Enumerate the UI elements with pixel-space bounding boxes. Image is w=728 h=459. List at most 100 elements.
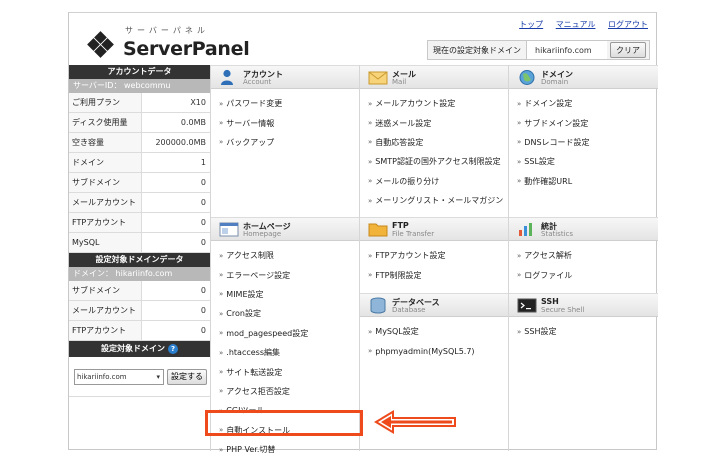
menu-item-label: バックアップ xyxy=(226,137,275,147)
menu-grid: アカウント Account » パスワード変更» サーバー情報» バックアップ ホーム… xyxy=(210,65,658,454)
menu-item-label: メーリングリスト・メールマガジン xyxy=(375,196,504,206)
current-domain-label: 現在の設定対象ドメイン xyxy=(428,41,527,59)
menu-item-domain[interactable]: » ドメイン設定 xyxy=(509,94,658,113)
section-ssh-subtitle: Secure Shell xyxy=(541,306,585,314)
menu-item-label: phpmyadmin(MySQL5.7) xyxy=(375,346,475,356)
menu-item-account[interactable]: » サーバー情報 xyxy=(211,113,360,132)
help-icon[interactable]: ? xyxy=(168,344,178,354)
section-domain: ドメイン Domain » ドメイン設定» サブドメイン設定» DNSレコード設定» S… xyxy=(509,65,658,191)
menu-item-mail[interactable]: » 迷惑メール設定 xyxy=(360,113,509,132)
menu-item-label: FTP制限設定 xyxy=(375,270,422,280)
menu-item-homepage[interactable]: » Cron設定 xyxy=(211,304,360,323)
section-database-subtitle: Database xyxy=(392,306,426,314)
account-data-header: アカウントデータ xyxy=(69,65,210,79)
menu-bullet-icon: » xyxy=(368,177,373,186)
menu-bullet-icon: » xyxy=(517,119,522,128)
menu-item-mail[interactable]: » 自動応答設定 xyxy=(360,133,509,152)
menu-item-ssh[interactable]: » SSH設定 xyxy=(509,322,658,341)
domain-select-value: hikariinfo.com xyxy=(77,372,127,381)
folder-icon xyxy=(368,223,388,237)
menu-item-database[interactable]: » phpmyadmin(MySQL5.7) xyxy=(360,341,509,360)
logo-title: ServerPanel xyxy=(123,38,250,60)
menu-item-stats[interactable]: » ログファイル xyxy=(509,265,658,284)
section-mail-subtitle: Mail xyxy=(392,78,407,86)
sidebar-data-value: 0 xyxy=(200,178,206,187)
homepage-icon xyxy=(219,222,239,237)
account-icon xyxy=(221,69,233,85)
domain-select-title: 設定対象ドメイン xyxy=(101,344,165,353)
clear-domain-button[interactable]: クリア xyxy=(610,42,646,58)
menu-item-mail[interactable]: » メーリングリスト・メールマガジン xyxy=(360,191,509,210)
menu-column-3: ドメイン Domain » ドメイン設定» サブドメイン設定» DNSレコード設定» S… xyxy=(508,65,658,451)
menu-item-stats[interactable]: » アクセス解析 xyxy=(509,246,658,265)
menu-item-mail[interactable]: » SMTP認証の国外アクセス制限設定 xyxy=(360,152,509,171)
menu-item-homepage[interactable]: » アクセス制限 xyxy=(211,246,360,265)
menu-item-domain[interactable]: » 動作確認URL xyxy=(509,172,658,191)
serverpanel-logo[interactable]: サーバーパネル ServerPanel xyxy=(87,23,250,63)
menu-column-2: メール Mail » メールアカウント設定» 迷惑メール設定» 自動応答設定» SMTP… xyxy=(359,65,509,451)
menu-item-homepage[interactable]: » アクセス拒否設定 xyxy=(211,382,360,401)
menu-item-homepage[interactable]: » サイト転送設定 xyxy=(211,362,360,381)
sidebar-data-row: ご利用プラン X10 xyxy=(69,93,210,113)
sidebar-data-value: 0 xyxy=(200,306,206,315)
menu-item-label: ログファイル xyxy=(524,270,573,280)
domain-select-area: hikariinfo.com ▾ 設定する xyxy=(69,357,210,397)
sidebar-data-value: 0.0MB xyxy=(180,118,206,127)
auto-install-highlight-box xyxy=(205,410,363,436)
menu-item-mail[interactable]: » メールアカウント設定 xyxy=(360,94,509,113)
menu-item-mail[interactable]: » メールの振り分け xyxy=(360,172,509,191)
section-domain-subtitle: Domain xyxy=(541,78,569,86)
domain-name: ドメイン： hikariinfo.com xyxy=(69,267,210,281)
top-link-manual[interactable]: マニュアル xyxy=(556,20,596,29)
menu-bullet-icon: » xyxy=(517,251,522,260)
menu-bullet-icon: » xyxy=(368,138,373,147)
section-ftp: FTP File Transfer » FTPアカウント設定» FTP制限設定 xyxy=(360,217,509,285)
menu-bullet-icon: » xyxy=(517,138,522,147)
server-id: サーバーID： webcommu xyxy=(69,79,210,93)
current-domain-value: hikariinfo.com xyxy=(527,41,607,59)
menu-item-ftp[interactable]: » FTP制限設定 xyxy=(360,265,509,284)
menu-item-domain[interactable]: » DNSレコード設定 xyxy=(509,133,658,152)
menu-item-database[interactable]: » MySQL設定 xyxy=(360,322,509,341)
menu-item-label: 迷惑メール設定 xyxy=(375,118,432,128)
menu-item-homepage[interactable]: » MIME設定 xyxy=(211,285,360,304)
menu-item-homepage[interactable]: » .htaccess編集 xyxy=(211,343,360,362)
menu-item-homepage[interactable]: » エラーページ設定 xyxy=(211,265,360,284)
chevron-down-icon: ▾ xyxy=(156,372,160,381)
sidebar-data-key: サブドメイン xyxy=(69,281,142,300)
menu-bullet-icon: » xyxy=(219,138,224,147)
menu-column-1: アカウント Account » パスワード変更» サーバー情報» バックアップ ホーム… xyxy=(210,65,360,454)
menu-item-label: Cron設定 xyxy=(226,309,261,319)
top-link-home[interactable]: トップ xyxy=(519,20,543,29)
section-account-subtitle: Account xyxy=(243,78,272,86)
menu-item-account[interactable]: » バックアップ xyxy=(211,133,360,152)
menu-item-label: メールアカウント設定 xyxy=(375,99,456,109)
menu-item-domain[interactable]: » サブドメイン設定 xyxy=(509,113,658,132)
sidebar-data-row: メールアカウント 0 xyxy=(69,193,210,213)
menu-item-homepage[interactable]: » mod_pagespeed設定 xyxy=(211,324,360,343)
section-mail: メール Mail » メールアカウント設定» 迷惑メール設定» 自動応答設定» SMTP… xyxy=(360,65,509,210)
domain-select[interactable]: hikariinfo.com ▾ xyxy=(74,368,164,385)
menu-item-domain[interactable]: » SSL設定 xyxy=(509,152,658,171)
sidebar-data-key: 空き容量 xyxy=(69,133,142,152)
section-stats: 統計 Statistics » アクセス解析» ログファイル xyxy=(509,217,658,285)
sidebar-data-value: 1 xyxy=(200,158,206,167)
menu-bullet-icon: » xyxy=(219,329,224,338)
menu-item-label: mod_pagespeed設定 xyxy=(226,328,309,338)
section-homepage-subtitle: Homepage xyxy=(243,230,282,238)
menu-item-label: 自動応答設定 xyxy=(375,137,424,147)
menu-bullet-icon: » xyxy=(517,157,522,166)
menu-item-ftp[interactable]: » FTPアカウント設定 xyxy=(360,246,509,265)
top-link-logout[interactable]: ログアウト xyxy=(608,20,648,29)
menu-item-account[interactable]: » パスワード変更 xyxy=(211,94,360,113)
menu-bullet-icon: » xyxy=(517,271,522,280)
database-icon xyxy=(370,297,386,314)
menu-bullet-icon: » xyxy=(219,387,224,396)
menu-item-label: アクセス拒否設定 xyxy=(226,386,290,396)
sidebar-data-key: ディスク使用量 xyxy=(69,113,142,132)
section-stats-header: 統計 Statistics xyxy=(509,217,658,241)
set-domain-button[interactable]: 設定する xyxy=(167,368,207,385)
menu-item-label: サーバー情報 xyxy=(226,118,275,128)
section-ssh-title: SSH xyxy=(541,297,559,306)
menu-item-homepage[interactable]: » PHP Ver.切替 xyxy=(211,440,360,459)
